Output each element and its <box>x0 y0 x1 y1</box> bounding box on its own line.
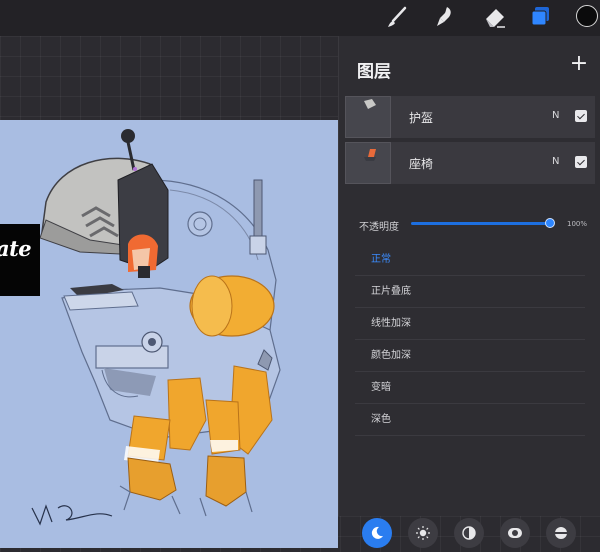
top-toolbar <box>0 0 600 36</box>
layer-name: 护盔 <box>409 111 434 125</box>
layer-visibility-checkbox[interactable] <box>575 156 587 168</box>
opacity-slider-thumb[interactable] <box>545 218 555 228</box>
blend-mode-item[interactable]: 正常 <box>355 244 585 276</box>
smudge-icon[interactable] <box>432 4 458 30</box>
blend-mode-item[interactable]: 深色 <box>355 404 585 436</box>
robot-illustration <box>31 129 281 526</box>
layer-name: 座椅 <box>409 157 434 171</box>
blend-mode-list: 正常 正片叠底 线性加深 颜色加深 变暗 深色 <box>355 244 585 436</box>
blend-mode-item[interactable]: 线性加深 <box>355 308 585 340</box>
blend-category-bar <box>338 516 600 552</box>
eraser-icon[interactable] <box>482 4 508 30</box>
layers-icon[interactable] <box>528 4 554 30</box>
brush-icon[interactable] <box>384 4 410 30</box>
add-layer-button[interactable]: + <box>567 52 591 76</box>
logo-text: ate <box>0 236 32 261</box>
layer-blend-mode[interactable]: N <box>552 156 559 167</box>
blend-mode-item[interactable]: 变暗 <box>355 372 585 404</box>
opacity-label: 不透明度 <box>359 222 399 233</box>
artwork-canvas[interactable]: ate <box>0 120 338 548</box>
layer-row[interactable]: 座椅 N <box>345 142 595 184</box>
contrast-icon[interactable] <box>454 518 484 548</box>
opacity-value: 100% <box>567 220 588 228</box>
difference-icon[interactable] <box>500 518 530 548</box>
layer-thumbnail <box>345 96 391 138</box>
moon-icon[interactable] <box>362 518 392 548</box>
hue-icon[interactable] <box>546 518 576 548</box>
blend-mode-item[interactable]: 正片叠底 <box>355 276 585 308</box>
procreate-logo: ate <box>0 224 40 296</box>
blend-mode-item[interactable]: 颜色加深 <box>355 340 585 372</box>
layer-row[interactable]: 护盔 N <box>345 96 595 138</box>
layers-panel: 图层 + 护盔 N 座椅 N 不透明度 100% 正常 正片叠底 线性加深 颜色… <box>338 36 600 516</box>
opacity-slider-track[interactable] <box>411 222 553 225</box>
sun-icon[interactable] <box>408 518 438 548</box>
panel-title: 图层 <box>357 62 391 82</box>
layer-blend-mode[interactable]: N <box>552 110 559 121</box>
layer-thumbnail <box>345 142 391 184</box>
layer-visibility-checkbox[interactable] <box>575 110 587 122</box>
color-swatch[interactable] <box>576 5 598 27</box>
